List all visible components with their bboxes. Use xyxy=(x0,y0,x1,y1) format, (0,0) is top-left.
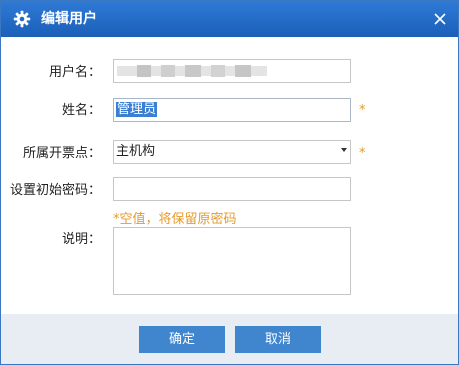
name-label: 姓名： xyxy=(61,103,101,118)
gear-icon xyxy=(13,10,31,28)
branch-label: 所属开票点： xyxy=(22,146,101,161)
dialog-footer: 确定 取消 xyxy=(1,314,458,364)
required-mark: * xyxy=(359,146,366,161)
password-label: 设置初始密码： xyxy=(9,183,101,198)
note-textarea[interactable] xyxy=(113,227,351,295)
cancel-button[interactable]: 取消 xyxy=(235,326,321,353)
required-mark: * xyxy=(359,103,366,118)
name-field[interactable]: 管理员 xyxy=(113,98,351,122)
close-icon[interactable] xyxy=(431,10,449,28)
note-label: 说明： xyxy=(61,232,101,247)
dialog-titlebar: 编辑用户 xyxy=(1,1,458,37)
name-value: 管理员 xyxy=(116,102,158,117)
password-field[interactable] xyxy=(113,177,351,201)
username-field[interactable] xyxy=(113,59,351,83)
branch-select[interactable]: 主机构 xyxy=(113,140,351,164)
branch-value: 主机构 xyxy=(116,144,156,159)
edit-user-dialog: 编辑用户 用户名： 姓名： 管理员 * 所属开票点： 主机构 * 设置初始密码：… xyxy=(0,0,459,365)
chevron-down-icon[interactable] xyxy=(341,148,347,152)
dialog-title: 编辑用户 xyxy=(41,11,97,27)
redacted-value xyxy=(117,65,267,77)
password-hint: *空值，将保留原密码 xyxy=(113,212,237,227)
ok-button[interactable]: 确定 xyxy=(139,326,225,353)
username-label: 用户名： xyxy=(48,65,101,80)
